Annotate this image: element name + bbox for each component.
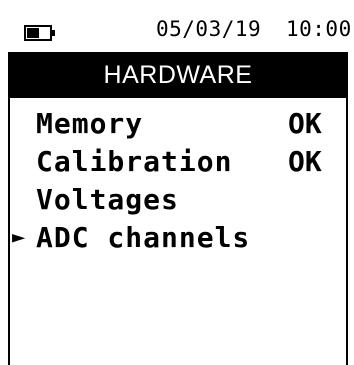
menu-item-memory[interactable]: Memory OK	[8, 105, 348, 143]
menu-item-label: Memory	[36, 107, 144, 140]
menu-item-voltages[interactable]: Voltages	[8, 181, 348, 219]
menu-item-label: Voltages	[36, 183, 179, 216]
battery-low-icon	[24, 25, 55, 41]
selection-arrow-icon: ►	[12, 225, 26, 250]
menu-item-label: Calibration	[36, 145, 233, 178]
menu-item-calibration[interactable]: Calibration OK	[8, 143, 348, 181]
page-title: HARDWARE	[8, 52, 348, 98]
device-screen: 05/03/19 10:00 HARDWARE Memory OK Calibr…	[8, 0, 351, 365]
menu-item-status: OK	[288, 145, 322, 178]
time-display: 10:00	[286, 17, 352, 41]
date-display: 05/03/19	[156, 17, 262, 41]
menu-item-label: ADC channels	[36, 221, 251, 254]
menu-item-status: OK	[288, 107, 322, 140]
menu-item-adc-channels[interactable]: ► ADC channels	[8, 219, 348, 257]
hardware-menu: Memory OK Calibration OK Voltages ► ADC …	[8, 105, 348, 257]
status-bar: 05/03/19 10:00	[8, 0, 351, 52]
